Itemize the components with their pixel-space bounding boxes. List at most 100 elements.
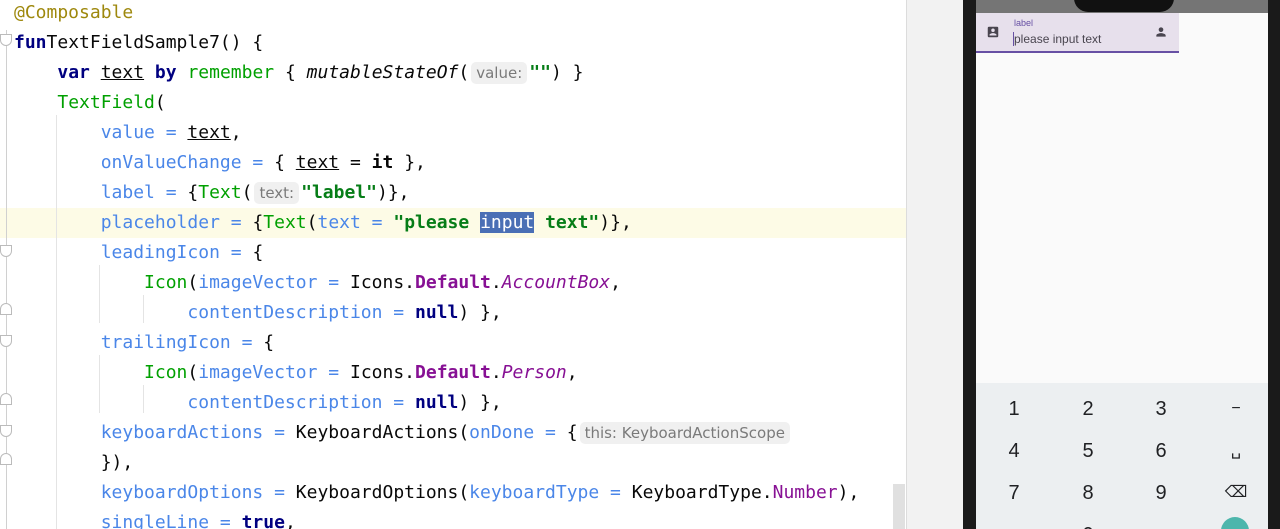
code-token: (	[187, 362, 199, 383]
scrollbar[interactable]	[893, 484, 905, 529]
code-token: Icons.	[349, 362, 416, 383]
code-token: ,	[230, 122, 242, 143]
camera-notch	[1074, 0, 1174, 12]
code-token: text	[295, 152, 340, 173]
code-token: text	[100, 62, 145, 83]
account-box-icon	[987, 26, 999, 38]
code-token: Person	[501, 362, 567, 383]
code-token: (	[306, 212, 318, 233]
code-line: Icon(imageVector = Icons.Default.Account…	[14, 268, 621, 298]
code-token: =	[599, 482, 632, 503]
text-field[interactable]: label please input text	[976, 13, 1179, 53]
code-token: null	[414, 392, 459, 413]
code-token: keyboardType	[469, 482, 600, 503]
code-token: mutableStateOf	[306, 62, 459, 83]
code-token: TextFieldSample7() {	[46, 32, 264, 53]
key-3[interactable]: 3	[1131, 389, 1191, 429]
code-line: keyboardActions = KeyboardActions(onDone…	[14, 418, 792, 448]
code-token: imageVector	[198, 362, 318, 383]
code-token: onValueChange	[100, 152, 242, 173]
code-token: ,	[284, 512, 296, 529]
fold-marker-icon[interactable]	[0, 335, 12, 347]
code-token: null	[414, 302, 459, 323]
fold-marker-icon[interactable]	[0, 393, 12, 405]
key-6[interactable]: 6	[1131, 431, 1191, 471]
numeric-keyboard: 123− 456 ␣ 789 ⌫ 0	[976, 383, 1268, 529]
done-key[interactable]	[1221, 517, 1249, 529]
key-4[interactable]: 4	[984, 431, 1044, 471]
space-key[interactable]: ␣	[1206, 431, 1266, 471]
backspace-key[interactable]: ⌫	[1206, 473, 1266, 513]
code-token: KeyboardType.	[631, 482, 773, 503]
code-token: "please	[393, 212, 481, 233]
code-token: contentDescription	[187, 302, 383, 323]
code-token: =	[360, 212, 394, 233]
fold-marker-icon[interactable]	[0, 34, 12, 46]
key-8[interactable]: 8	[1058, 473, 1118, 513]
code-token: placeholder	[100, 212, 220, 233]
code-token: imageVector	[198, 272, 318, 293]
code-line: contentDescription = null) },	[14, 298, 501, 328]
code-line: var text by remember { mutableStateOf(va…	[14, 58, 583, 88]
code-token: @Composable	[14, 2, 134, 23]
code-token: =	[382, 302, 415, 323]
key-2[interactable]: 2	[1058, 389, 1118, 429]
code-token: )},	[376, 182, 410, 203]
code-token: {	[252, 242, 264, 263]
code-token: text"	[534, 212, 600, 233]
code-token: by	[154, 62, 177, 83]
code-token: keyboardActions	[100, 422, 264, 443]
key-9[interactable]: 9	[1131, 473, 1191, 513]
code-line: }),	[14, 448, 134, 478]
emulator-screen[interactable]: label please input text 123− 456 ␣ 789 ⌫ 0	[976, 0, 1268, 529]
code-token: Text	[263, 212, 307, 233]
code-token: singleLine	[100, 512, 210, 529]
code-line: contentDescription = null) },	[14, 388, 501, 418]
code-token: Default	[415, 362, 491, 383]
code-token: =	[263, 422, 296, 443]
fold-marker-icon[interactable]	[0, 453, 12, 465]
code-token: =	[219, 212, 253, 233]
code-token: trailingIcon	[100, 332, 231, 353]
code-token: onDone	[469, 422, 535, 443]
parameter-hint: value:	[471, 62, 528, 84]
code-token: =	[317, 362, 350, 383]
code-line: placeholder = {Text(text = "please input…	[14, 208, 632, 238]
fold-marker-icon[interactable]	[0, 245, 12, 257]
key-7[interactable]: 7	[984, 473, 1044, 513]
code-token: ,	[610, 272, 621, 293]
code-line: label = {Text(text: "label")},	[14, 178, 410, 208]
code-editor[interactable]: @Composable funTextFieldSample7() { var t…	[0, 0, 907, 529]
code-token: )},	[599, 212, 632, 233]
key-5[interactable]: 5	[1058, 431, 1118, 471]
code-token: true	[241, 512, 285, 529]
code-token: {	[263, 332, 275, 353]
code-token: {	[274, 62, 307, 83]
code-token: {	[252, 212, 264, 233]
code-token: =	[263, 482, 296, 503]
code-token: {	[566, 422, 578, 443]
key-blank[interactable]	[1131, 515, 1191, 529]
fold-marker-icon[interactable]	[0, 303, 12, 315]
key-blank[interactable]	[984, 515, 1044, 529]
key-−[interactable]: −	[1206, 389, 1266, 429]
key-0[interactable]: 0	[1058, 515, 1118, 529]
code-line: onValueChange = { text = it },	[14, 148, 426, 178]
code-token: Icon	[144, 362, 188, 383]
code-token: =	[154, 182, 188, 203]
key-1[interactable]: 1	[984, 389, 1044, 429]
code-token: KeyboardOptions(	[295, 482, 470, 503]
code-token: =	[209, 512, 242, 529]
fold-marker-icon[interactable]	[0, 425, 12, 437]
